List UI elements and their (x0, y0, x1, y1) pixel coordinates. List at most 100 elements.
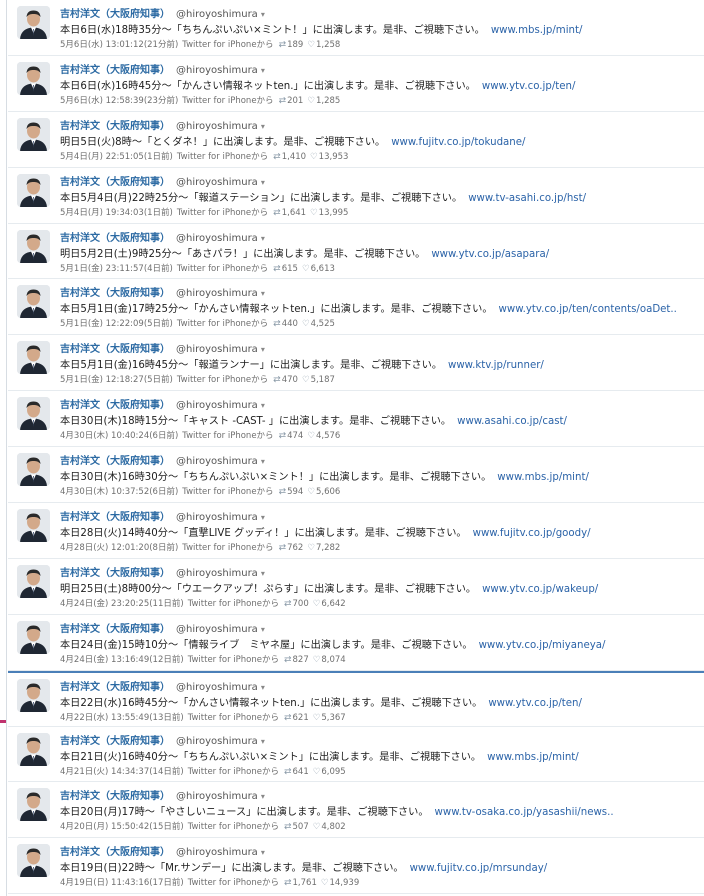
author-name[interactable]: 吉村洋文（大阪府知事） (60, 177, 170, 188)
tweet-timestamp[interactable]: 5月6日(水) 13:01:12(21分前) (60, 40, 178, 50)
chevron-down-icon[interactable]: ▾ (261, 10, 265, 19)
tweet-item[interactable]: 吉村洋文（大阪府知事） @hiroyoshimura ▾ 本日20日(月)17時～「… (8, 782, 704, 839)
tweet-source[interactable]: Twitter for iPhoneから (177, 264, 268, 274)
tweet-item[interactable]: 吉村洋文（大阪府知事） @hiroyoshimura ▾ 本日22日(水)16時45… (8, 670, 704, 727)
tweet-source[interactable]: Twitter for iPhoneから (188, 599, 279, 609)
avatar[interactable] (17, 732, 50, 766)
chevron-down-icon[interactable]: ▾ (261, 625, 265, 634)
tweet-source[interactable]: Twitter for iPhoneから (182, 487, 273, 497)
tweet-item[interactable]: 吉村洋文（大阪府知事） @hiroyoshimura ▾ 本日5月1日(金)16時4… (8, 335, 704, 392)
tweet-timestamp[interactable]: 4月30日(木) 10:37:52(6日前) (60, 487, 178, 497)
avatar[interactable] (17, 620, 50, 654)
author-name[interactable]: 吉村洋文（大阪府知事） (60, 233, 170, 244)
tweet-timestamp[interactable]: 4月22日(水) 13:55:49(13日前) (60, 713, 184, 723)
author-name[interactable]: 吉村洋文（大阪府知事） (60, 736, 170, 747)
tweet-timestamp[interactable]: 4月28日(火) 12:01:20(8日前) (60, 543, 178, 553)
chevron-down-icon[interactable]: ▾ (261, 513, 265, 522)
tweet-item[interactable]: 吉村洋文（大阪府知事） @hiroyoshimura ▾ 本日30日(木)18時15… (8, 391, 704, 448)
tweet-link[interactable]: www.ytv.co.jp/ten/ (482, 81, 576, 92)
tweet-timestamp[interactable]: 5月4日(月) 19:34:03(1日前) (60, 208, 173, 218)
author-name[interactable]: 吉村洋文（大阪府知事） (60, 624, 170, 635)
tweet-link[interactable]: www.ktv.jp/runner/ (448, 360, 544, 371)
tweet-timestamp[interactable]: 4月30日(木) 10:40:24(6日前) (60, 431, 178, 441)
tweet-source[interactable]: Twitter for iPhoneから (177, 152, 268, 162)
author-handle[interactable]: @hiroyoshimura (176, 233, 258, 244)
author-handle[interactable]: @hiroyoshimura (176, 121, 258, 132)
tweet-link[interactable]: www.fujitv.co.jp/mrsunday/ (410, 863, 548, 874)
tweet-link[interactable]: www.ytv.co.jp/ten/ (488, 698, 582, 709)
chevron-down-icon[interactable]: ▾ (261, 401, 265, 410)
tweet-link[interactable]: www.mbs.jp/mint/ (487, 752, 579, 763)
tweet-item[interactable]: 吉村洋文（大阪府知事） @hiroyoshimura ▾ 明日5日(火)8時～「とく… (8, 111, 704, 168)
tweet-item[interactable]: 吉村洋文（大阪府知事） @hiroyoshimura ▾ 明日25日(土)8時00分… (8, 558, 704, 615)
tweet-timestamp[interactable]: 4月24日(金) 23:20:25(11日前) (60, 599, 184, 609)
author-handle[interactable]: @hiroyoshimura (176, 344, 258, 355)
author-name[interactable]: 吉村洋文（大阪府知事） (60, 65, 170, 76)
tweet-timestamp[interactable]: 4月20日(月) 15:50:42(15日前) (60, 822, 184, 832)
chevron-down-icon[interactable]: ▾ (261, 792, 265, 801)
tweet-item[interactable]: 吉村洋文（大阪府知事） @hiroyoshimura ▾ 本日24日(金)15時10… (8, 614, 704, 671)
chevron-down-icon[interactable]: ▾ (261, 569, 265, 578)
tweet-item[interactable]: 吉村洋文（大阪府知事） @hiroyoshimura ▾ 本日28日(火)14時40… (8, 503, 704, 559)
chevron-down-icon[interactable]: ▾ (261, 178, 265, 187)
author-name[interactable]: 吉村洋文（大阪府知事） (60, 344, 170, 355)
tweet-link[interactable]: www.asahi.co.jp/cast/ (457, 416, 567, 427)
tweet-source[interactable]: Twitter for iPhoneから (188, 878, 279, 888)
avatar[interactable] (17, 341, 50, 375)
tweet-link[interactable]: www.ytv.co.jp/miyaneya/ (479, 640, 606, 651)
tweet-timestamp[interactable]: 5月4日(月) 22:51:05(1日前) (60, 152, 173, 162)
avatar[interactable] (17, 844, 50, 878)
avatar[interactable] (17, 229, 50, 263)
author-name[interactable]: 吉村洋文（大阪府知事） (60, 121, 170, 132)
tweet-link[interactable]: www.fujitv.co.jp/tokudane/ (391, 137, 525, 148)
chevron-down-icon[interactable]: ▾ (261, 234, 265, 243)
author-name[interactable]: 吉村洋文（大阪府知事） (60, 456, 170, 467)
tweet-link[interactable]: www.mbs.jp/mint/ (497, 472, 589, 483)
avatar[interactable] (17, 509, 50, 543)
chevron-down-icon[interactable]: ▾ (261, 683, 265, 692)
author-name[interactable]: 吉村洋文（大阪府知事） (60, 288, 170, 299)
avatar[interactable] (17, 564, 50, 598)
tweet-source[interactable]: Twitter for iPhoneから (188, 655, 279, 665)
author-handle[interactable]: @hiroyoshimura (176, 512, 258, 523)
author-name[interactable]: 吉村洋文（大阪府知事） (60, 847, 170, 858)
tweet-item[interactable]: 吉村洋文（大阪府知事） @hiroyoshimura ▾ 本日6日(水)18時35分… (8, 0, 704, 56)
tweet-source[interactable]: Twitter for iPhoneから (188, 767, 279, 777)
tweet-link[interactable]: www.fujitv.co.jp/goody/ (473, 528, 591, 539)
tweet-link[interactable]: www.ytv.co.jp/asapara/ (431, 249, 549, 260)
tweet-source[interactable]: Twitter for iPhoneから (182, 543, 273, 553)
avatar[interactable] (17, 6, 50, 39)
author-handle[interactable]: @hiroyoshimura (176, 624, 258, 635)
avatar[interactable] (17, 788, 50, 822)
tweet-source[interactable]: Twitter for iPhoneから (177, 375, 268, 385)
author-name[interactable]: 吉村洋文（大阪府知事） (60, 682, 170, 693)
tweet-timestamp[interactable]: 5月1日(金) 12:18:27(5日前) (60, 375, 173, 385)
avatar[interactable] (17, 61, 50, 95)
tweet-source[interactable]: Twitter for iPhoneから (182, 431, 273, 441)
chevron-down-icon[interactable]: ▾ (261, 457, 265, 466)
avatar[interactable] (17, 173, 50, 207)
author-name[interactable]: 吉村洋文（大阪府知事） (60, 791, 170, 802)
tweet-source[interactable]: Twitter for iPhoneから (177, 319, 268, 329)
author-name[interactable]: 吉村洋文（大阪府知事） (60, 9, 170, 20)
tweet-timestamp[interactable]: 4月19日(日) 11:43:16(17日前) (60, 878, 184, 888)
tweet-link[interactable]: www.mbs.jp/mint/ (491, 25, 583, 36)
chevron-down-icon[interactable]: ▾ (261, 737, 265, 746)
avatar[interactable] (17, 453, 50, 487)
avatar[interactable] (17, 397, 50, 431)
tweet-source[interactable]: Twitter for iPhoneから (182, 40, 273, 50)
tweet-item[interactable]: 吉村洋文（大阪府知事） @hiroyoshimura ▾ 明日5月2日(土)9時25… (8, 223, 704, 280)
chevron-down-icon[interactable]: ▾ (261, 122, 265, 131)
author-handle[interactable]: @hiroyoshimura (176, 65, 258, 76)
author-handle[interactable]: @hiroyoshimura (176, 847, 258, 858)
tweet-link[interactable]: www.ytv.co.jp/ten/contents/oaDet.. (499, 304, 677, 315)
chevron-down-icon[interactable]: ▾ (261, 345, 265, 354)
tweet-timestamp[interactable]: 5月1日(金) 12:22:09(5日前) (60, 319, 173, 329)
chevron-down-icon[interactable]: ▾ (261, 289, 265, 298)
author-name[interactable]: 吉村洋文（大阪府知事） (60, 400, 170, 411)
tweet-item[interactable]: 吉村洋文（大阪府知事） @hiroyoshimura ▾ 本日21日(火)16時40… (8, 726, 704, 783)
tweet-timestamp[interactable]: 4月21日(火) 14:34:37(14日前) (60, 767, 184, 777)
author-handle[interactable]: @hiroyoshimura (176, 682, 258, 693)
tweet-source[interactable]: Twitter for iPhoneから (188, 713, 279, 723)
avatar[interactable] (17, 285, 50, 319)
